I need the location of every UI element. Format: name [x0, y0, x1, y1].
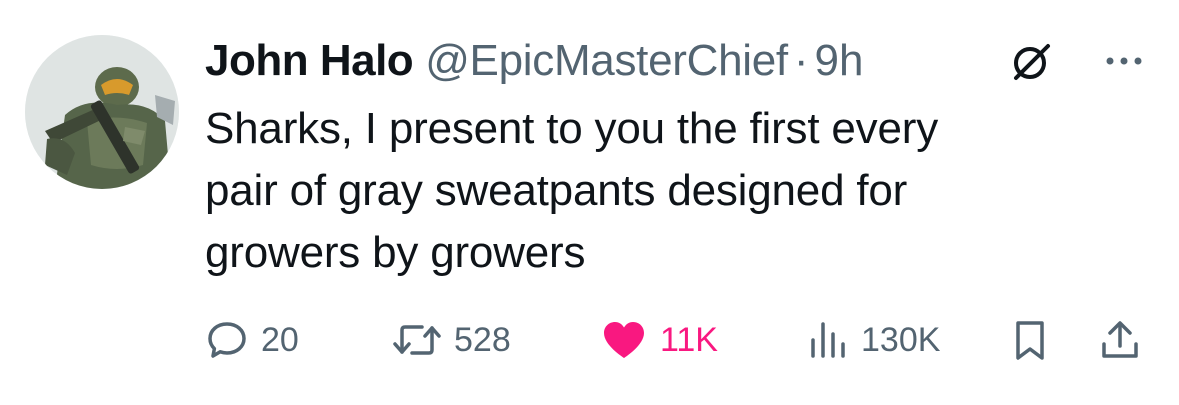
tweet-card[interactable]: John Halo @EpicMasterChief · 9h Sharks, …: [0, 0, 1179, 405]
action-bar: 20 528 11K 130K: [0, 310, 1179, 370]
retweet-button[interactable]: 528: [392, 310, 511, 370]
share-button[interactable]: [1098, 310, 1142, 370]
timestamp[interactable]: 9h: [815, 36, 864, 86]
reply-count: 20: [261, 320, 299, 359]
reply-button[interactable]: 20: [205, 310, 299, 370]
tweet-text: Sharks, I present to you the first every…: [205, 98, 1105, 284]
retweet-icon: [393, 325, 441, 355]
like-button[interactable]: 11K: [600, 310, 718, 370]
grok-icon[interactable]: [1010, 40, 1054, 84]
views-icon: [811, 322, 845, 358]
more-icon[interactable]: [1100, 46, 1148, 76]
share-icon: [1102, 321, 1138, 358]
author-name[interactable]: John Halo: [205, 36, 414, 86]
tweet-header: John Halo @EpicMasterChief · 9h: [205, 30, 863, 92]
heart-icon: [604, 322, 644, 358]
author-handle[interactable]: @EpicMasterChief: [425, 36, 788, 86]
views-count: 130K: [861, 320, 941, 359]
bookmark-icon: [1016, 321, 1044, 360]
bookmark-button[interactable]: [1008, 310, 1052, 370]
avatar-image: [25, 35, 179, 189]
views-button[interactable]: 130K: [805, 310, 940, 370]
tweet-text-line: pair of gray sweatpants designed for: [205, 166, 908, 215]
separator-dot: ·: [793, 36, 809, 85]
like-count: 11K: [660, 320, 718, 359]
avatar[interactable]: [25, 35, 179, 189]
retweet-count: 528: [454, 320, 511, 359]
tweet-text-line: growers by growers: [205, 228, 586, 277]
reply-icon: [208, 322, 246, 358]
tweet-text-line: Sharks, I present to you the first every: [205, 104, 938, 153]
